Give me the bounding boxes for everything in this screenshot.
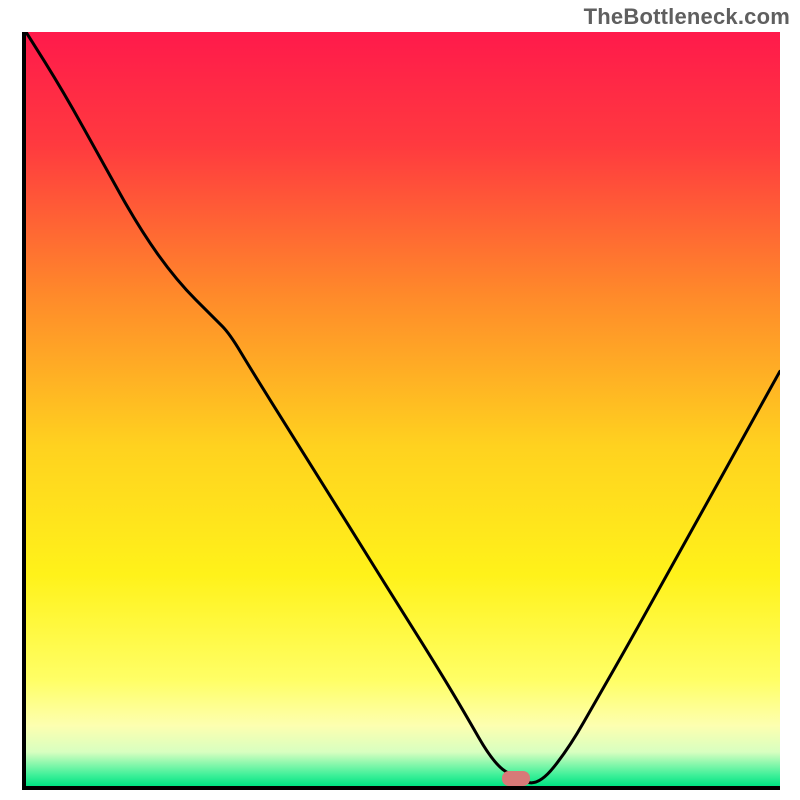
plot-area <box>22 32 780 790</box>
watermark-text: TheBottleneck.com <box>584 4 790 30</box>
chart-frame: TheBottleneck.com <box>0 0 800 800</box>
curve-path <box>26 32 780 783</box>
bottleneck-curve <box>26 32 780 786</box>
optimum-marker <box>502 771 530 786</box>
